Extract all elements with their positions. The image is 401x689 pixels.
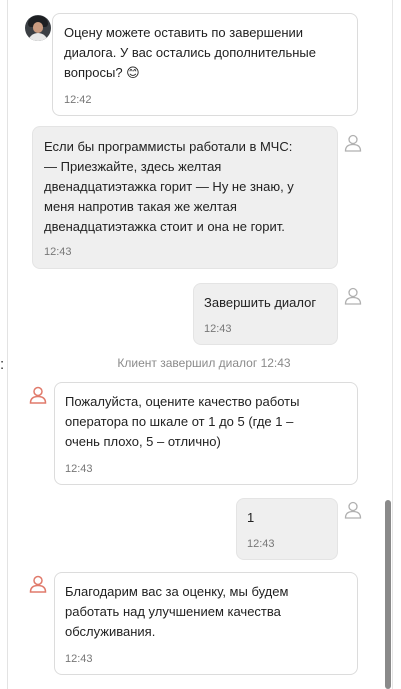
message-time: 12:42 bbox=[64, 94, 92, 106]
right-divider bbox=[392, 0, 393, 689]
message-time: 12:43 bbox=[44, 246, 72, 258]
scrollbar-thumb[interactable] bbox=[385, 500, 391, 689]
message-bubble-bot: Благодарим вас за оценку, мы будем работ… bbox=[54, 572, 358, 675]
message-bubble-client: Если бы программисты работали в МЧС: — П… bbox=[32, 126, 338, 269]
client-person-icon bbox=[344, 287, 362, 305]
message-time: 12:43 bbox=[247, 538, 275, 550]
message-time: 12:43 bbox=[204, 323, 232, 335]
message-bubble-client: 1 12:43 bbox=[236, 498, 338, 560]
bot-person-icon bbox=[29, 386, 47, 404]
operator-avatar bbox=[25, 15, 51, 41]
message-bubble-bot: Пожалуйста, оцените качество работы опер… bbox=[54, 382, 358, 485]
bot-person-icon bbox=[29, 575, 47, 593]
message-text: Благодарим вас за оценку, мы будем работ… bbox=[65, 584, 289, 639]
left-divider bbox=[7, 0, 8, 689]
message-text: Завершить диалог bbox=[204, 295, 317, 310]
clipped-text: : bbox=[0, 356, 5, 373]
system-event: Клиент завершил диалог 12:43 bbox=[117, 356, 291, 370]
client-person-icon bbox=[344, 501, 362, 519]
message-text: Оцену можете оставить по завершении диал… bbox=[64, 25, 316, 80]
left-edge bbox=[0, 0, 7, 689]
message-text: 1 bbox=[247, 510, 255, 525]
client-person-icon bbox=[344, 134, 362, 152]
message-time: 12:43 bbox=[65, 463, 93, 475]
message-bubble-operator: Оцену можете оставить по завершении диал… bbox=[52, 13, 358, 116]
message-text: Пожалуйста, оцените качество работы опер… bbox=[65, 394, 300, 449]
message-time: 12:43 bbox=[65, 653, 93, 665]
message-text: Если бы программисты работали в МЧС: — П… bbox=[44, 139, 294, 234]
message-bubble-client: Завершить диалог 12:43 bbox=[193, 283, 338, 345]
